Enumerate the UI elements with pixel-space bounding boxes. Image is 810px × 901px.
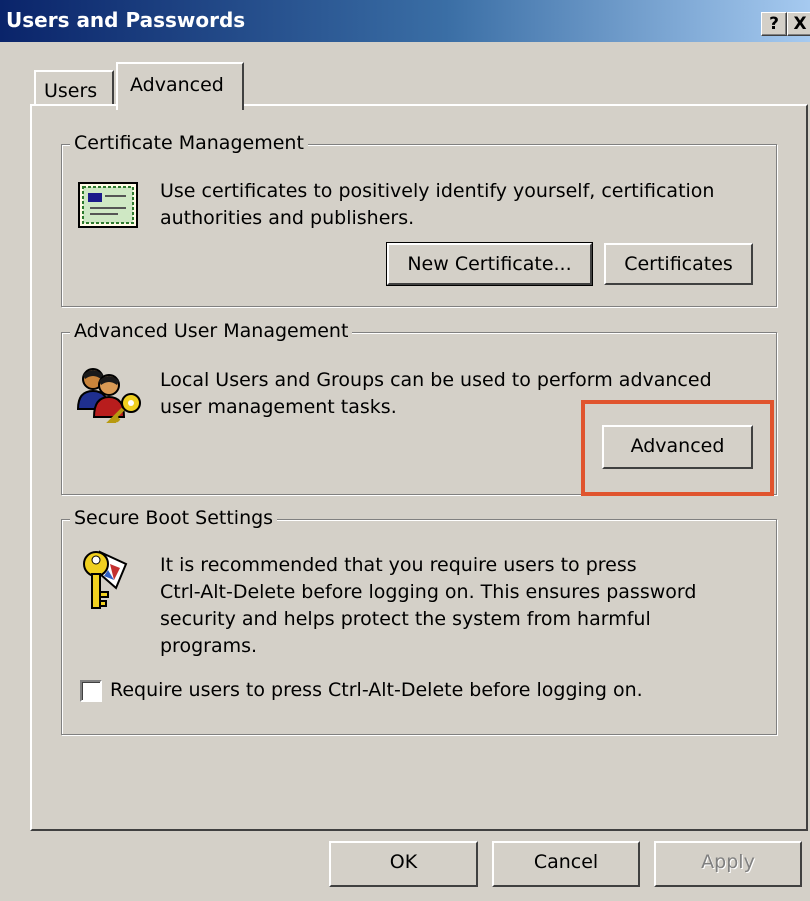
close-button[interactable]: X [787, 12, 810, 36]
help-icon: ? [769, 14, 779, 34]
ok-label: OK [389, 851, 418, 873]
new-certificate-label: New Certificate... [407, 253, 572, 275]
certificates-label: Certificates [624, 253, 733, 275]
apply-button[interactable]: Apply [654, 841, 802, 887]
new-certificate-button[interactable]: New Certificate... [386, 242, 593, 286]
certificate-icon [78, 182, 138, 228]
secure-boot-settings-legend: Secure Boot Settings [70, 507, 278, 529]
tab-users[interactable]: Users [34, 70, 114, 106]
close-icon: X [793, 14, 807, 34]
ctrl-alt-delete-checkbox-label[interactable]: Require users to press Ctrl-Alt-Delete b… [110, 679, 643, 701]
users-key-icon [76, 368, 141, 423]
highlight-box [581, 400, 774, 496]
secure-boot-description-line4: programs. [160, 635, 258, 657]
ctrl-alt-delete-checkbox[interactable] [80, 680, 102, 702]
tab-users-label: Users [44, 80, 98, 102]
certificate-management-legend: Certificate Management [70, 132, 308, 154]
secure-boot-description-line3: security and helps protect the system fr… [160, 608, 651, 630]
apply-label: Apply [701, 851, 755, 873]
cancel-button[interactable]: Cancel [492, 841, 640, 887]
secure-boot-description: It is recommended that you require users… [160, 552, 696, 660]
tab-advanced-label: Advanced [130, 74, 224, 96]
certificate-description: Use certificates to positively identify … [160, 178, 714, 232]
advanced-user-management-legend: Advanced User Management [70, 320, 353, 342]
certificates-button[interactable]: Certificates [604, 243, 753, 285]
tab-advanced[interactable]: Advanced [116, 62, 244, 110]
help-button[interactable]: ? [761, 12, 787, 36]
certificate-description-line1: Use certificates to positively identify … [160, 180, 715, 202]
ok-button[interactable]: OK [329, 841, 478, 887]
key-icon [83, 550, 128, 609]
secure-boot-description-line1: It is recommended that you require users… [160, 554, 637, 576]
title-bar: Users and Passwords ? X [0, 0, 810, 42]
certificate-description-line2: authorities and publishers. [160, 207, 415, 229]
window-title: Users and Passwords [6, 8, 246, 32]
cancel-label: Cancel [533, 851, 599, 873]
secure-boot-description-line2: Ctrl-Alt-Delete before logging on. This … [160, 581, 697, 603]
advanced-description-line1: Local Users and Groups can be used to pe… [160, 369, 712, 391]
